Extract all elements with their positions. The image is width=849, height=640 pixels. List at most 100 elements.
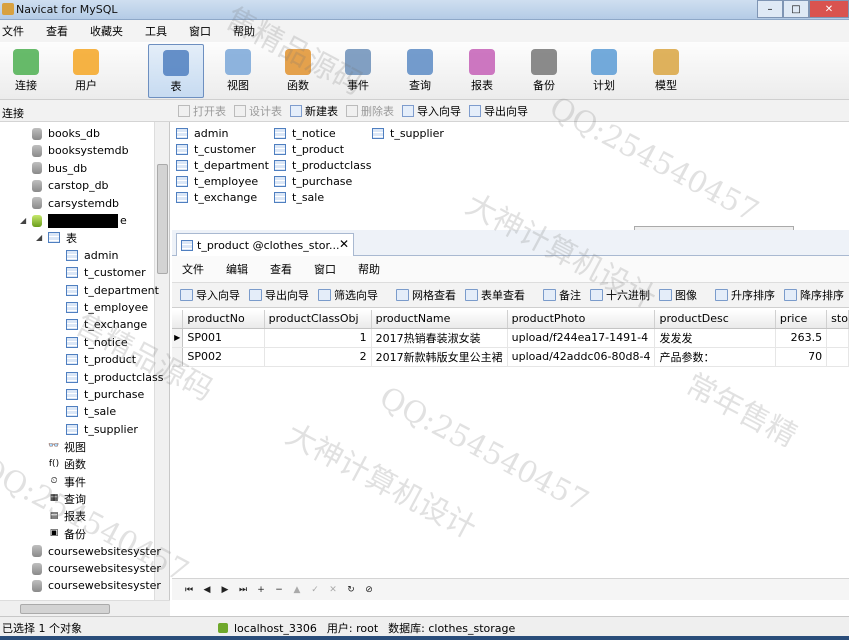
tree-database[interactable]: bus_db bbox=[32, 160, 87, 177]
menu-view[interactable]: 查看 bbox=[44, 23, 78, 39]
tree-table-item[interactable]: admin bbox=[66, 247, 118, 264]
tree-database[interactable]: coursewebsitesyster bbox=[32, 543, 161, 560]
data-toolbar-button[interactable]: 图像 bbox=[659, 287, 697, 303]
tree-database[interactable]: coursewebsitesyster bbox=[32, 577, 161, 594]
tree-database[interactable]: coursewebsitesyster bbox=[32, 560, 161, 577]
data-toolbar-button[interactable]: 网格查看 bbox=[396, 287, 456, 303]
data-toolbar-button[interactable]: 备注 bbox=[543, 287, 581, 303]
data-toolbar-button[interactable]: 降序排序 bbox=[784, 287, 844, 303]
column-header-productno[interactable]: productNo bbox=[182, 310, 265, 329]
menu-favorites[interactable]: 收藏夹 bbox=[88, 23, 133, 39]
data-toolbar-button[interactable]: 表单查看 bbox=[465, 287, 525, 303]
table-menu-file[interactable]: 文件 bbox=[182, 261, 204, 277]
scroll-thumb[interactable] bbox=[20, 604, 110, 614]
toolbar-function-button[interactable]: 函数 bbox=[270, 44, 326, 98]
maximize-button[interactable]: □ bbox=[783, 0, 809, 18]
tree-database[interactable]: booksystemdb bbox=[32, 142, 129, 159]
toolbar-view-button[interactable]: 视图 bbox=[210, 44, 266, 98]
row-indicator[interactable]: ▶ bbox=[172, 328, 184, 348]
table-cell[interactable]: 70 bbox=[775, 347, 828, 367]
object-list-item[interactable]: t_sale bbox=[274, 189, 324, 205]
table-cell[interactable]: 2017热销春装淑女装 bbox=[371, 328, 508, 348]
tree-group-event[interactable]: ⏲ 事件 bbox=[48, 473, 86, 490]
object-action-button[interactable]: 导出向导 bbox=[469, 103, 528, 119]
data-toolbar-button[interactable]: 导出向导 bbox=[249, 287, 309, 303]
collapse-icon[interactable]: ◢ bbox=[20, 216, 29, 225]
tree-database[interactable]: books_db bbox=[32, 125, 100, 142]
table-cell[interactable]: 1 bbox=[264, 328, 372, 348]
object-action-button[interactable]: 删除表 bbox=[346, 103, 394, 119]
tree-group-function[interactable]: f() 函数 bbox=[48, 456, 86, 473]
table-cell[interactable]: upload/f244ea17-1491-4 bbox=[507, 328, 656, 348]
tree-horizontal-scrollbar[interactable] bbox=[0, 600, 170, 616]
tree-group-backup[interactable]: ▣ 备份 bbox=[48, 525, 86, 542]
menu-tools[interactable]: 工具 bbox=[143, 23, 177, 39]
row-indicator[interactable] bbox=[172, 347, 184, 367]
table-menu-window[interactable]: 窗口 bbox=[314, 261, 336, 277]
tree-table-item[interactable]: t_notice bbox=[66, 334, 128, 351]
confirm-edit-button[interactable]: ✓ bbox=[306, 585, 324, 595]
object-list-item[interactable]: t_supplier bbox=[372, 125, 444, 141]
object-list-item[interactable]: admin bbox=[176, 125, 228, 141]
first-record-button[interactable]: ⏮ bbox=[180, 585, 198, 595]
tree-vertical-scrollbar[interactable] bbox=[154, 122, 169, 600]
object-list-item[interactable]: t_purchase bbox=[274, 173, 352, 189]
toolbar-schedule-button[interactable]: 计划 bbox=[576, 44, 632, 98]
table-cell[interactable]: 发发发 bbox=[654, 328, 776, 348]
tree-group-view[interactable]: 👓 视图 bbox=[48, 438, 86, 455]
toolbar-report-button[interactable]: 报表 bbox=[454, 44, 510, 98]
menu-file[interactable]: 文件 bbox=[0, 23, 34, 39]
tree-database-open[interactable]: ◢ e bbox=[20, 212, 127, 229]
data-toolbar-button[interactable]: 十六进制 bbox=[590, 287, 650, 303]
minimize-button[interactable]: – bbox=[757, 0, 783, 18]
add-record-button[interactable]: + bbox=[252, 585, 270, 595]
tree-table-item[interactable]: t_department bbox=[66, 282, 159, 299]
table-cell[interactable]: SP001 bbox=[182, 328, 265, 348]
menu-window[interactable]: 窗口 bbox=[187, 23, 221, 39]
column-header-productname[interactable]: productName bbox=[371, 310, 508, 329]
tree-database[interactable]: carsystemdb bbox=[32, 195, 119, 212]
table-cell[interactable] bbox=[826, 347, 849, 367]
next-record-button[interactable]: ▶ bbox=[216, 585, 234, 595]
object-list-item[interactable]: t_exchange bbox=[176, 189, 257, 205]
delete-record-button[interactable]: − bbox=[270, 585, 288, 595]
tree-table-item[interactable]: t_product bbox=[66, 351, 136, 368]
menu-help[interactable]: 帮助 bbox=[231, 23, 265, 39]
table-menu-edit[interactable]: 编辑 bbox=[226, 261, 248, 277]
tree-table-item[interactable]: t_productclass bbox=[66, 369, 163, 386]
toolbar-user-button[interactable]: 用户 bbox=[58, 44, 114, 98]
close-icon[interactable]: ✕ bbox=[339, 237, 349, 251]
object-action-button[interactable]: 导入向导 bbox=[402, 103, 461, 119]
last-record-button[interactable]: ⏭ bbox=[234, 585, 252, 595]
close-window-button[interactable]: ✕ bbox=[809, 0, 849, 18]
object-action-button[interactable]: 设计表 bbox=[234, 103, 282, 119]
table-row[interactable]: SP002 2 2017新款韩版女里公主裙 upload/42addc06-80d8-… bbox=[172, 347, 849, 367]
table-menu-help[interactable]: 帮助 bbox=[358, 261, 380, 277]
toolbar-event-button[interactable]: 事件 bbox=[330, 44, 386, 98]
prev-record-button[interactable]: ◀ bbox=[198, 585, 216, 595]
tree-table-item[interactable]: t_employee bbox=[66, 299, 148, 316]
cancel-edit-button[interactable]: ✕ bbox=[324, 585, 342, 595]
tree-table-item[interactable]: t_customer bbox=[66, 264, 146, 281]
table-cell[interactable]: upload/42addc06-80d8-4 bbox=[507, 347, 656, 367]
column-header-sto[interactable]: sto bbox=[826, 310, 849, 329]
tree-group-report[interactable]: ▤ 报表 bbox=[48, 508, 86, 525]
object-list-item[interactable]: t_notice bbox=[274, 125, 336, 141]
toolbar-query-button[interactable]: 查询 bbox=[392, 44, 448, 98]
toolbar-backup-button[interactable]: 备份 bbox=[516, 44, 572, 98]
table-cell[interactable]: 产品参数： bbox=[654, 347, 776, 367]
object-list-item[interactable]: t_employee bbox=[176, 173, 258, 189]
data-toolbar-button[interactable]: 升序排序 bbox=[715, 287, 775, 303]
data-toolbar-button[interactable]: 筛选向导 bbox=[318, 287, 378, 303]
column-header-productdesc[interactable]: productDesc bbox=[654, 310, 776, 329]
apply-edit-button[interactable]: ▲ bbox=[288, 585, 306, 595]
object-list-item[interactable]: t_department bbox=[176, 157, 269, 173]
table-cell[interactable]: 2 bbox=[264, 347, 372, 367]
column-header-productphoto[interactable]: productPhoto bbox=[507, 310, 656, 329]
tree-table-item[interactable]: t_purchase bbox=[66, 386, 144, 403]
object-list-item[interactable]: t_productclass bbox=[274, 157, 371, 173]
table-menu-view[interactable]: 查看 bbox=[270, 261, 292, 277]
table-cell[interactable]: 2017新款韩版女里公主裙 bbox=[371, 347, 508, 367]
table-cell[interactable]: SP002 bbox=[182, 347, 265, 367]
tree-group-query[interactable]: ▦ 查询 bbox=[48, 490, 86, 507]
